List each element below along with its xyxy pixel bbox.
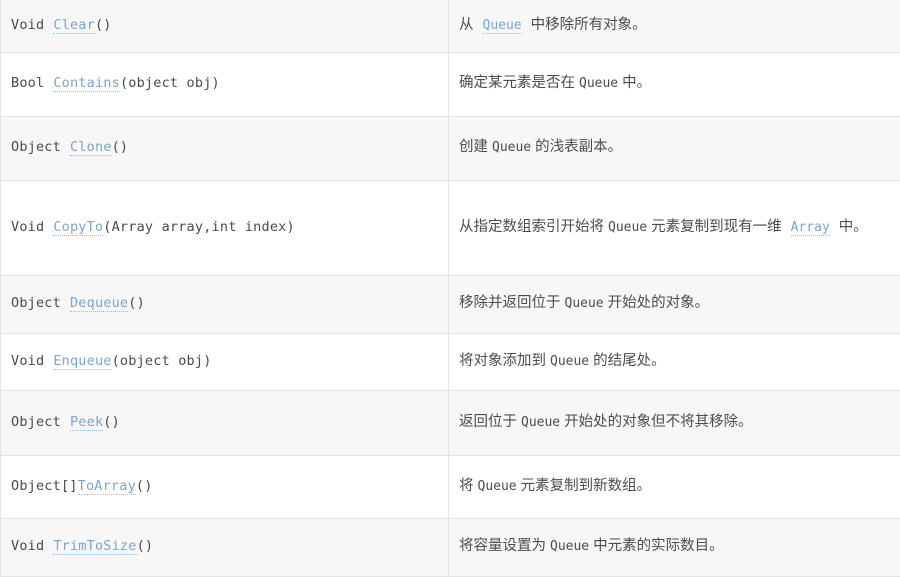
return-type: Object [11,295,61,311]
method-params: () [95,17,112,33]
table-row: Bool Contains(object obj) 确定某元素是否在 Queue 中。 [1,52,900,116]
description-middle: 元素复制到现有一维 [651,219,782,235]
return-type: Void [11,538,44,554]
queue-type-term: Queue [579,76,618,91]
method-description-cell: 从指定数组索引开始将 Queue 元素复制到现有一维 Array 中。 [449,180,900,275]
method-signature-cell: Object Clone() [1,116,449,180]
description-prefix: 返回位于 [459,414,517,430]
method-params: () [103,414,120,430]
method-link[interactable]: Peek [70,414,103,431]
description-prefix: 从指定数组索引开始将 [459,219,604,235]
return-type: Object [11,414,61,430]
method-link[interactable]: Enqueue [53,353,111,370]
description-prefix: 确定某元素是否在 [459,75,575,91]
method-link[interactable]: Clone [70,139,112,156]
table-row: Object Peek() 返回位于 Queue 开始处的对象但不将其移除。 [1,390,900,455]
method-description-cell: 将 Queue 元素复制到新数组。 [449,455,900,518]
method-description-cell: 从 Queue 中移除所有对象。 [449,0,900,52]
method-params: (object obj) [120,75,220,91]
return-type: Object [11,139,61,155]
return-type: Void [11,17,44,33]
table-row: Void Clear() 从 Queue 中移除所有对象。 [1,0,900,52]
method-signature-cell: Void TrimToSize() [1,518,449,576]
table-row: Void Enqueue(object obj) 将对象添加到 Queue 的结尾处。 [1,333,900,390]
queue-type-term: Queue [608,220,647,235]
queue-type-term: Queue [550,354,589,369]
table-body: VoidClear() 从Queue中移除所有对象。 BoolContains(… [1,0,900,576]
method-link[interactable]: Contains [53,75,120,92]
method-signature-cell: Object Peek() [1,390,449,455]
description-suffix: 中。 [622,75,651,91]
method-signature-cell: Void Clear() [1,0,449,52]
description-suffix: 中元素的实际数目。 [593,538,724,554]
description-suffix: 开始处的对象。 [608,295,710,311]
table-row: Object Dequeue() 移除并返回位于 Queue 开始处的对象。 [1,275,900,333]
method-link[interactable]: TrimToSize [53,538,136,555]
method-description-cell: 返回位于 Queue 开始处的对象但不将其移除。 [449,390,900,455]
method-description-cell: 创建 Queue 的浅表副本。 [449,116,900,180]
description-prefix: 将容量设置为 [459,538,546,554]
return-type: Void [11,353,44,369]
method-signature-cell: Void Enqueue(object obj) [1,333,449,390]
table-row: Object[]ToArray() 将 Queue 元素复制到新数组。 [1,455,900,518]
return-type: Object[] [11,478,78,494]
method-signature-cell: Void CopyTo(Array array,int index) [1,180,449,275]
queue-type-term: Queue [521,415,560,430]
table-row: Void TrimToSize() 将容量设置为 Queue 中元素的实际数目。 [1,518,900,576]
method-description-cell: 移除并返回位于 Queue 开始处的对象。 [449,275,900,333]
method-link[interactable]: Clear [53,17,95,34]
method-params: (object obj) [112,353,212,369]
description-prefix: 移除并返回位于 [459,295,561,311]
description-suffix: 开始处的对象但不将其移除。 [564,414,753,430]
method-params: () [137,538,154,554]
queue-type-link[interactable]: Queue [483,18,522,34]
method-link[interactable]: Dequeue [70,295,128,312]
method-signature-cell: Object Dequeue() [1,275,449,333]
method-signature-cell: Bool Contains(object obj) [1,52,449,116]
queue-type-term: Queue [550,539,589,554]
table-row: Void CopyTo(Array array,int index) 从指定数组索… [1,180,900,275]
description-prefix: 创建 [459,139,488,155]
queue-type-term: Queue [565,296,604,311]
table-row: Object Clone() 创建 Queue 的浅表副本。 [1,116,900,180]
description-suffix: 的浅表副本。 [535,139,622,155]
description-prefix: 从 [459,17,474,33]
description-suffix: 元素复制到新数组。 [521,478,652,494]
array-type-link[interactable]: Array [791,220,830,236]
queue-type-term: Queue [492,140,531,155]
description-suffix: 中移除所有对象。 [531,17,647,33]
description-suffix: 的结尾处。 [593,353,666,369]
return-type: Void [11,219,44,235]
method-link[interactable]: CopyTo [53,219,103,236]
description-prefix: 将 [459,478,474,494]
queue-methods-table: VoidClear() 从Queue中移除所有对象。 BoolContains(… [0,0,900,577]
queue-type-term: Queue [478,479,517,494]
return-type: Bool [11,75,44,91]
method-description-cell: 将对象添加到 Queue 的结尾处。 [449,333,900,390]
method-params: () [112,139,129,155]
method-signature-cell: Object[]ToArray() [1,455,449,518]
method-params: () [128,295,145,311]
method-params: (Array array,int index) [103,219,295,235]
description-prefix: 将对象添加到 [459,353,546,369]
method-link[interactable]: ToArray [78,478,136,495]
method-description-cell: 将容量设置为 Queue 中元素的实际数目。 [449,518,900,576]
description-suffix: 中。 [839,219,868,235]
method-description-cell: 确定某元素是否在 Queue 中。 [449,52,900,116]
method-params: () [136,478,153,494]
